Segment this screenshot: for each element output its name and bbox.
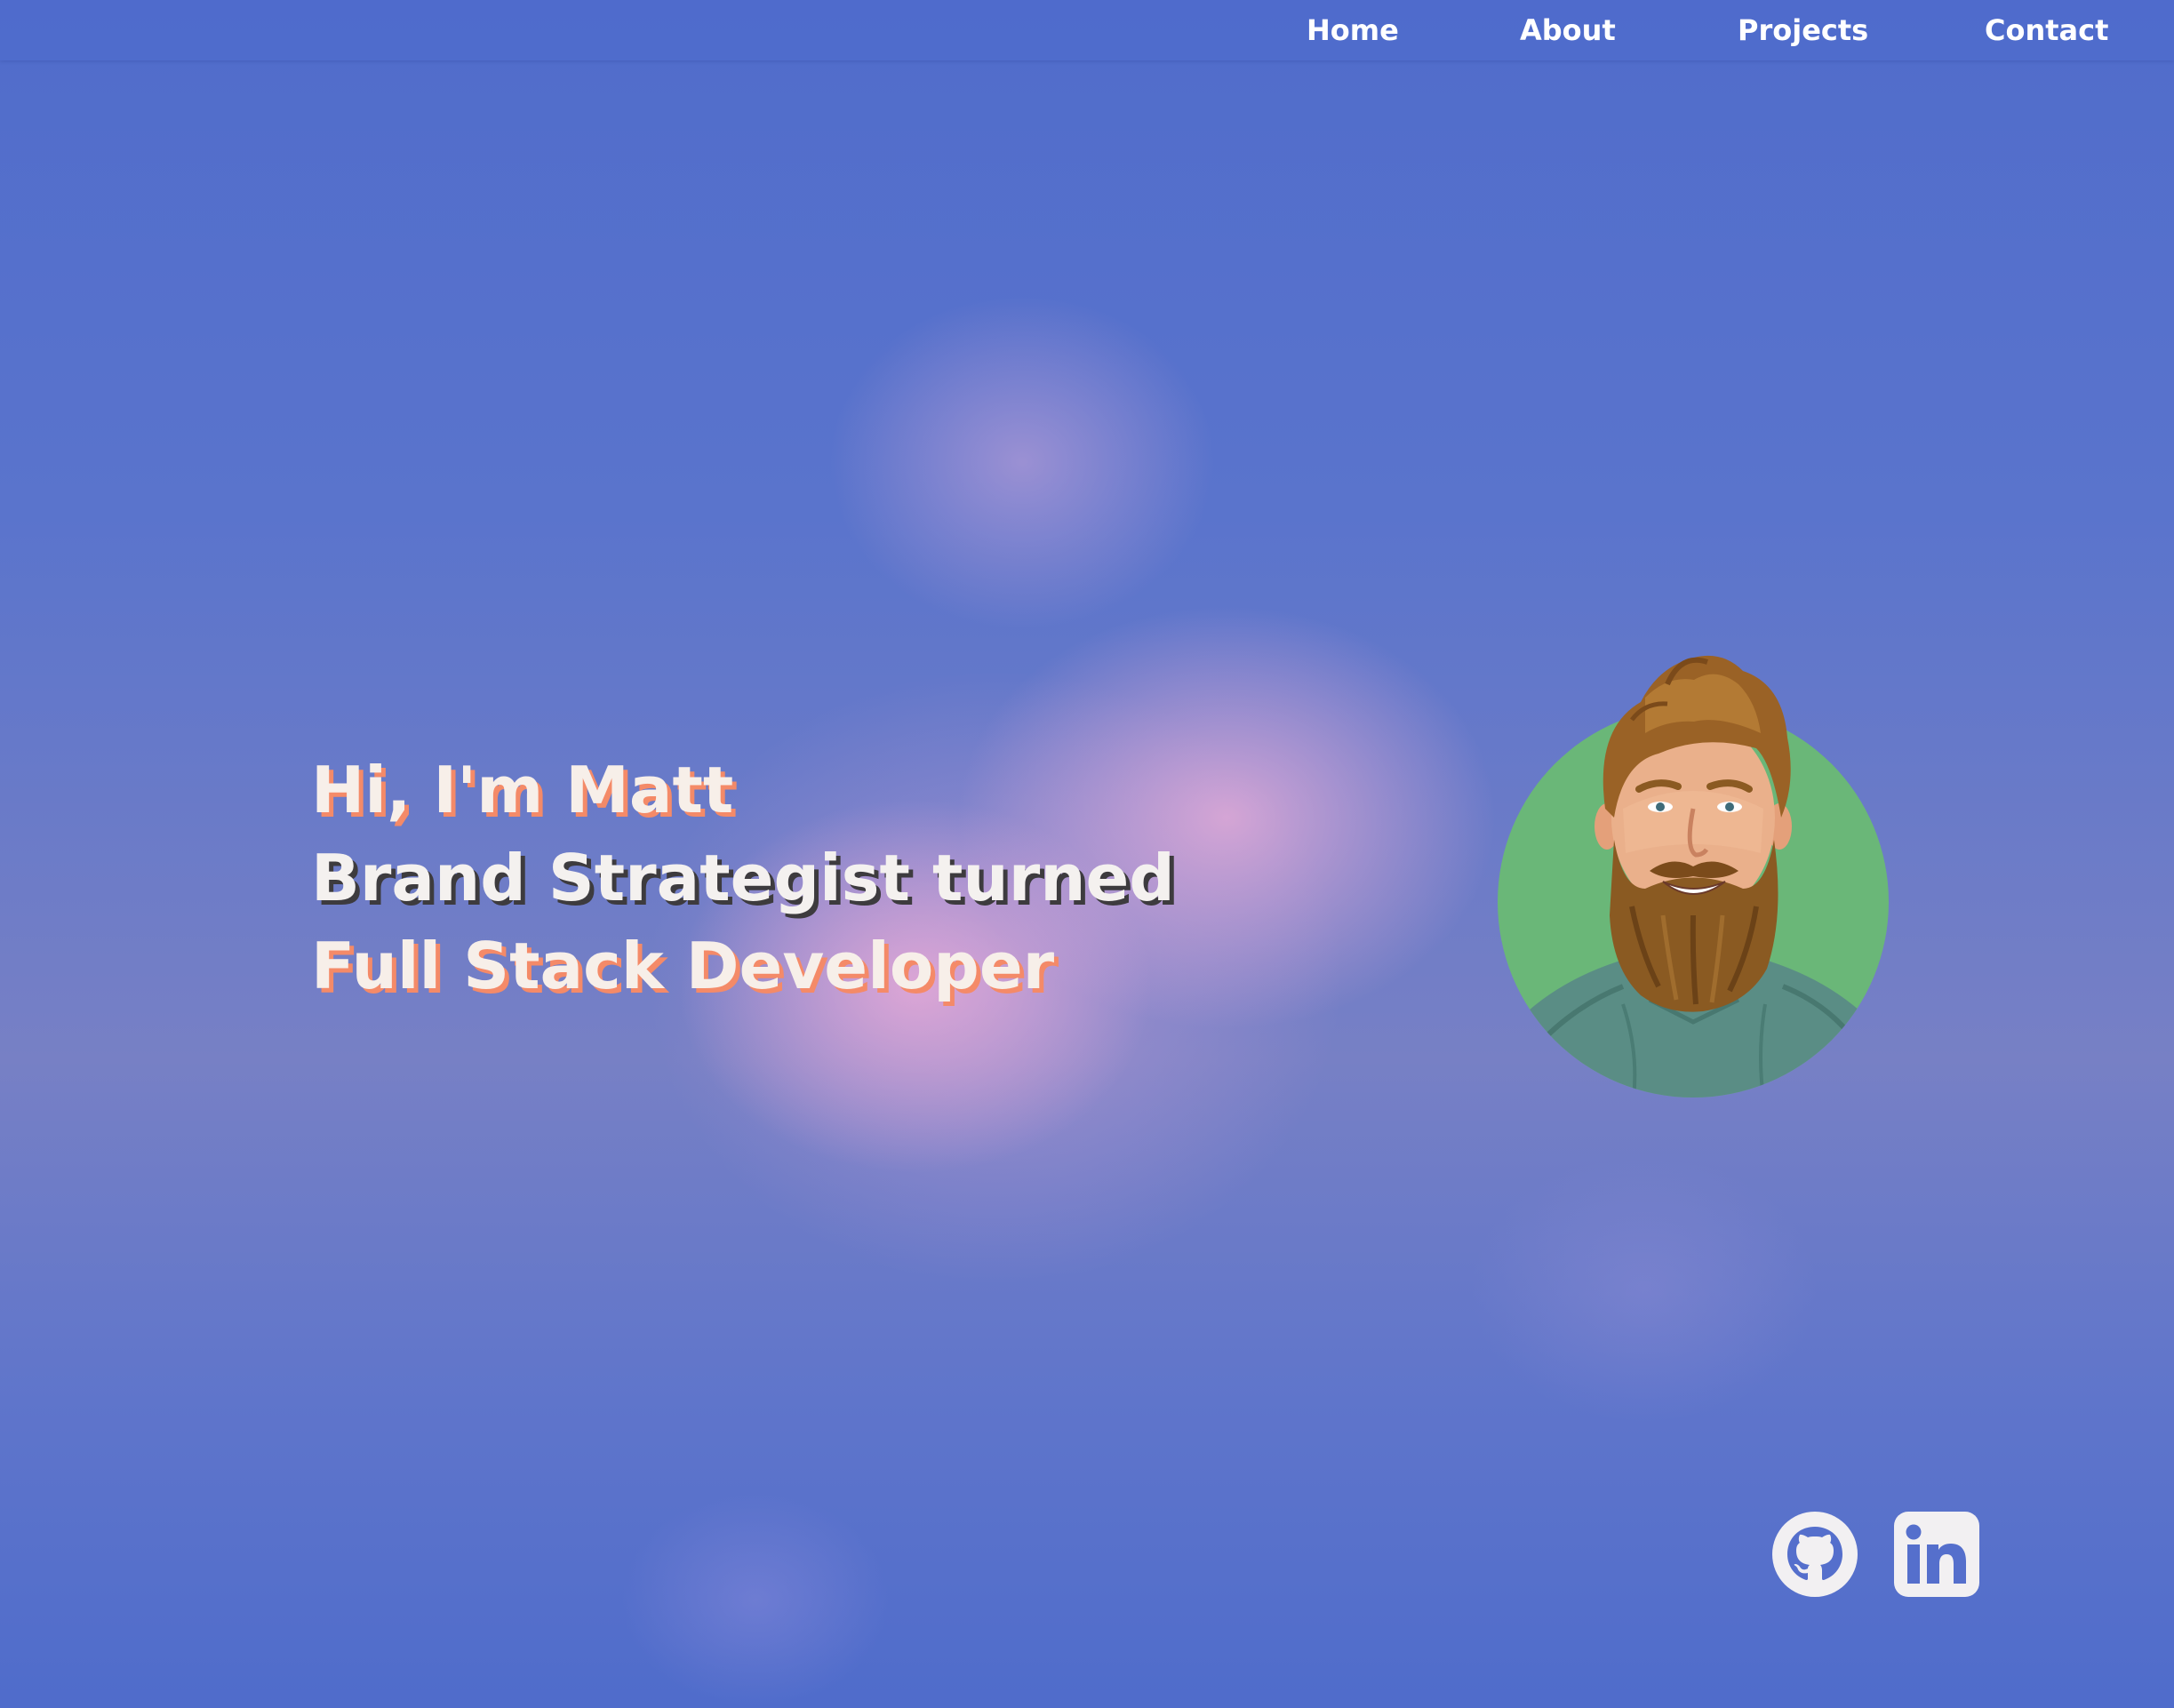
- nav-contact-link[interactable]: Contact: [1985, 12, 2108, 48]
- hero-title-line: Full Stack Developer: [311, 929, 1055, 1003]
- avatar-illustration: [1498, 655, 1889, 1097]
- hero-greeting: Hi, I'm Matt: [311, 753, 734, 827]
- nav-projects-link[interactable]: Projects: [1738, 12, 1868, 48]
- nav-home-link[interactable]: Home: [1307, 12, 1399, 48]
- github-link[interactable]: [1771, 1511, 1858, 1598]
- linkedin-link[interactable]: [1893, 1511, 1980, 1598]
- hero-role-line: Brand Strategist turned: [311, 841, 1175, 915]
- avatar: [1490, 649, 1890, 1111]
- hero-intro: Hi, I'm Matt Brand Strategist turned Ful…: [311, 746, 1175, 1010]
- github-icon: [1772, 1512, 1858, 1597]
- linkedin-icon: [1894, 1512, 1979, 1597]
- nav-about-link[interactable]: About: [1520, 12, 1616, 48]
- top-navbar: Home About Projects Contact: [0, 0, 2174, 60]
